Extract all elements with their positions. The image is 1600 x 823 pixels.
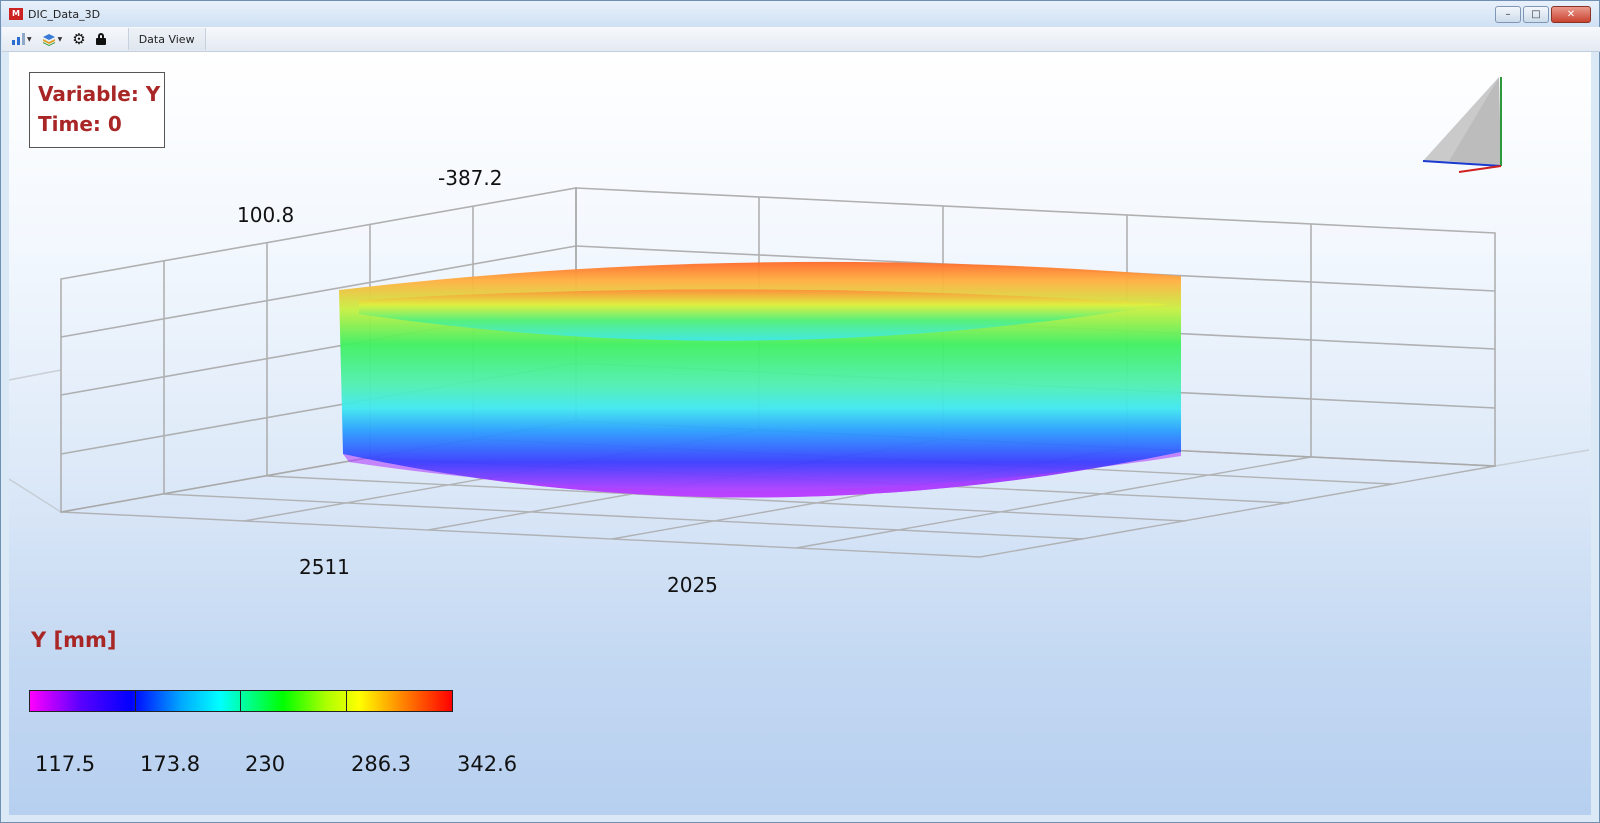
- axis-label: 2025: [667, 573, 718, 597]
- lock-icon: [95, 33, 106, 45]
- time-label: Time: 0: [38, 112, 122, 136]
- window-title: DIC_Data_3D: [28, 7, 101, 21]
- maximize-button[interactable]: □: [1523, 6, 1549, 23]
- settings-button[interactable]: ⚙: [72, 29, 86, 48]
- chevron-down-icon: ▼: [57, 35, 63, 43]
- window-controls: – □ ✕: [1495, 6, 1591, 23]
- app-logo-icon: M: [9, 8, 23, 20]
- layers-dropdown[interactable]: ▼: [42, 33, 63, 46]
- colorbar-tick-label: 117.5: [35, 752, 96, 776]
- variable-info-box: Variable: Y Time: 0: [29, 72, 165, 148]
- bar-chart-icon: [12, 33, 25, 45]
- axis-label: 100.8: [237, 203, 294, 227]
- close-button[interactable]: ✕: [1551, 6, 1591, 23]
- colorbar-tick-label: 173.8: [140, 752, 201, 776]
- colorbar-tick-label: 230: [245, 752, 286, 776]
- chevron-down-icon: ▼: [27, 35, 32, 43]
- toolbar: ▼ ▼ ⚙ Data View: [2, 27, 1600, 52]
- 3d-viewport[interactable]: -387.2 100.8 2511 2025 Variable: Y Time:…: [9, 52, 1591, 815]
- colorbar-tick-label: 286.3: [351, 752, 412, 776]
- ring-surface: [339, 261, 1181, 498]
- variable-label: Variable: Y: [38, 82, 161, 106]
- axis-label: -387.2: [438, 166, 502, 190]
- minimize-button[interactable]: –: [1495, 6, 1521, 23]
- tab-data-view[interactable]: Data View: [127, 28, 206, 50]
- orientation-triad-icon: [1422, 77, 1502, 173]
- legend-title: Y [mm]: [31, 628, 117, 652]
- layers-icon: [42, 33, 55, 46]
- app-window: M DIC_Data_3D – □ ✕ ▼ ▼ ⚙ Data View -387…: [0, 0, 1600, 823]
- lock-button[interactable]: [95, 33, 106, 45]
- title-bar[interactable]: M DIC_Data_3D – □ ✕: [1, 1, 1599, 27]
- gear-icon: ⚙: [72, 29, 86, 48]
- chart-type-dropdown[interactable]: ▼: [12, 33, 32, 45]
- color-bar: [29, 690, 453, 712]
- colorbar-tick-label: 342.6: [457, 752, 518, 776]
- axis-label: 2511: [299, 555, 350, 579]
